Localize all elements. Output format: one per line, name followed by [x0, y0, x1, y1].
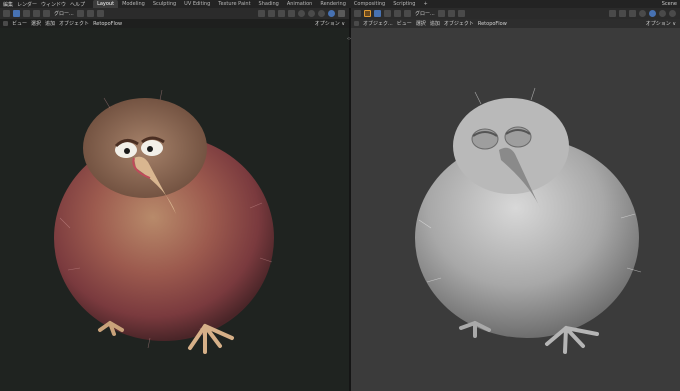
scene-selector[interactable]: Scene [662, 1, 680, 7]
tab-compositing[interactable]: Compositing [350, 0, 389, 8]
tab-modeling[interactable]: Modeling [118, 0, 149, 8]
tab-layout[interactable]: Layout [93, 0, 119, 8]
menu-edit[interactable]: 編集 [3, 1, 13, 8]
left-viewport[interactable]: グロー... ビュー 選択 追加 オブジェクト RetopoFlow オプション… [0, 8, 349, 391]
add-workspace-icon[interactable]: + [419, 0, 431, 8]
menu-render[interactable]: レンダー [17, 1, 37, 8]
tab-texture-paint[interactable]: Texture Paint [214, 0, 254, 8]
right-viewport[interactable]: グロー... オブジェク... ビュー 選択 追加 オブジェクト RetopoF… [351, 8, 680, 391]
workspace-tabs: Layout Modeling Sculpting UV Editing Tex… [93, 0, 432, 8]
tab-animation[interactable]: Animation [283, 0, 317, 8]
tab-sculpting[interactable]: Sculpting [149, 0, 180, 8]
kiwi-rendered-image [54, 89, 274, 354]
menu-help[interactable]: ヘルプ [70, 1, 85, 8]
top-bar: 編集 レンダー ウィンドウ ヘルプ Layout Modeling Sculpt… [0, 0, 680, 8]
tab-rendering[interactable]: Rendering [316, 0, 350, 8]
tab-scripting[interactable]: Scripting [389, 0, 419, 8]
top-menu: 編集 レンダー ウィンドウ ヘルプ [0, 1, 85, 8]
kiwi-solid-model [415, 87, 642, 354]
menu-window[interactable]: ウィンドウ [41, 1, 66, 8]
tab-shading[interactable]: Shading [255, 0, 283, 8]
tab-uv-editing[interactable]: UV Editing [180, 0, 214, 8]
